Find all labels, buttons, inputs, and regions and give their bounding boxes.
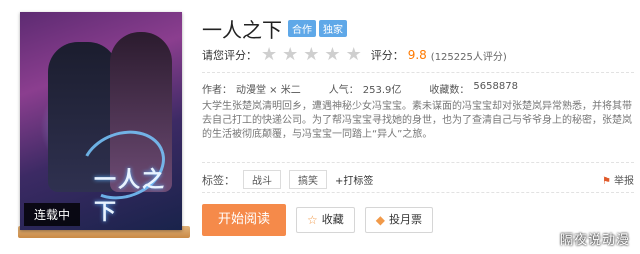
tag-funny[interactable]: 搞笑 [289, 170, 327, 189]
title-row: 一人之下 合作 独家 [202, 14, 350, 43]
tags-row: 标签： 战斗 搞笑 +打标签 ⚑ 举报 [202, 170, 634, 189]
favorites-label: 收藏数： [429, 85, 470, 96]
rate-label: 请您评分： [202, 49, 257, 62]
monthly-ticket-label: 投月票 [389, 213, 422, 226]
favorite-button[interactable]: ☆ 收藏 [296, 207, 355, 233]
favorite-label: 收藏 [321, 213, 344, 226]
star-rating[interactable]: ★ ★ ★ ★ ★ [261, 46, 367, 64]
tag-fight[interactable]: 战斗 [243, 170, 281, 189]
cover-area: 一人之下 连载中 [6, 8, 190, 246]
tags-label: 标签： [202, 173, 235, 187]
report-label: 举报 [614, 176, 634, 187]
divider [202, 72, 634, 73]
ticket-icon: ◆ [375, 213, 385, 227]
divider [202, 192, 634, 193]
popularity-label: 人气： [328, 85, 359, 96]
comic-cover[interactable]: 一人之下 连载中 [20, 12, 182, 230]
badge-cooperation: 合作 [288, 20, 316, 37]
star-icon[interactable]: ★ [303, 46, 319, 64]
author-label: 作者： [202, 85, 232, 96]
watermark: 隔夜说动漫 [559, 233, 630, 248]
comic-description: 大学生张楚岚清明回乡，遭遇神秘少女冯宝宝。素未谋面的冯宝宝却对张楚岚异常熟悉，并… [202, 101, 632, 140]
monthly-ticket-button[interactable]: ◆ 投月票 [364, 207, 433, 233]
star-icon[interactable]: ★ [282, 46, 298, 64]
favorites-value: 5658878 [473, 81, 518, 92]
start-reading-button[interactable]: 开始阅读 [202, 204, 286, 236]
star-outline-icon: ☆ [307, 213, 318, 227]
popularity-value: 253.9亿 [362, 85, 402, 96]
score-label: 评分： [370, 49, 404, 62]
score-value: 9.8 [407, 48, 427, 62]
author-value: 动漫堂 × 米二 [236, 85, 301, 96]
cover-logo: 一人之下 [94, 168, 167, 225]
badge-exclusive: 独家 [319, 20, 347, 37]
meta-row: 作者： 动漫堂 × 米二 人气： 253.9亿 收藏数： 5658878 [202, 81, 522, 96]
rating-row: 请您评分： ★ ★ ★ ★ ★ 评分： 9.8 (125225人评分) [202, 46, 507, 64]
report-link[interactable]: ⚑ 举报 [602, 172, 634, 187]
star-icon[interactable]: ★ [346, 46, 362, 64]
flag-icon: ⚑ [602, 176, 611, 187]
comic-title: 一人之下 [202, 18, 282, 42]
star-icon[interactable]: ★ [324, 46, 340, 64]
add-tag-link[interactable]: +打标签 [335, 172, 373, 187]
star-icon[interactable]: ★ [261, 46, 277, 64]
action-buttons: 开始阅读 ☆ 收藏 ◆ 投月票 [202, 204, 433, 236]
divider [202, 162, 634, 163]
rating-count: (125225人评分) [430, 51, 507, 63]
serial-status-badge: 连载中 [24, 203, 81, 226]
